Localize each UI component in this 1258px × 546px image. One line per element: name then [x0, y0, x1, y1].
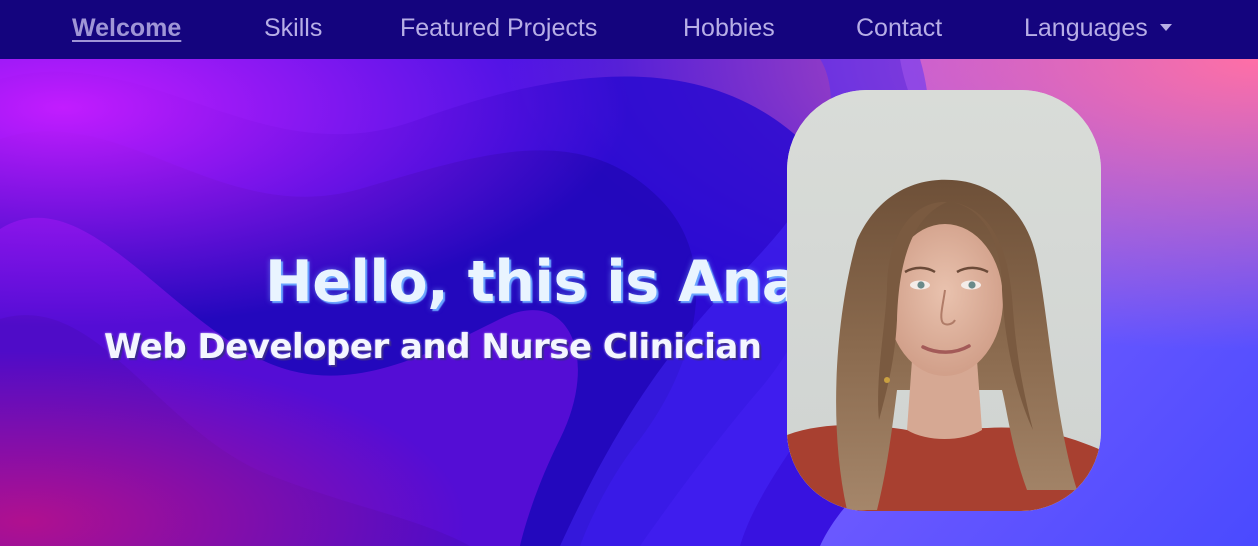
hero-title: Hello, this is Ana: [265, 249, 800, 316]
hero-subtitle: Web Developer and Nurse Clinician: [104, 327, 762, 368]
languages-label: Languages: [1024, 14, 1148, 42]
hero-section: Hello, this is Ana Web Developer and Nur…: [0, 59, 1258, 546]
nav-link-featured-projects[interactable]: Featured Projects: [400, 0, 597, 59]
nav-link-hobbies[interactable]: Hobbies: [683, 0, 775, 59]
nav-link-contact[interactable]: Contact: [856, 0, 942, 59]
languages-dropdown-toggle[interactable]: Languages: [1024, 0, 1172, 59]
profile-photo-illustration: [787, 90, 1101, 511]
caret-down-icon: [1159, 24, 1172, 31]
nav-link-skills[interactable]: Skills: [264, 0, 322, 59]
profile-photo: [787, 90, 1101, 511]
nav-link-welcome[interactable]: Welcome: [72, 0, 181, 59]
top-navbar: Welcome Skills Featured Projects Hobbies…: [0, 0, 1258, 59]
